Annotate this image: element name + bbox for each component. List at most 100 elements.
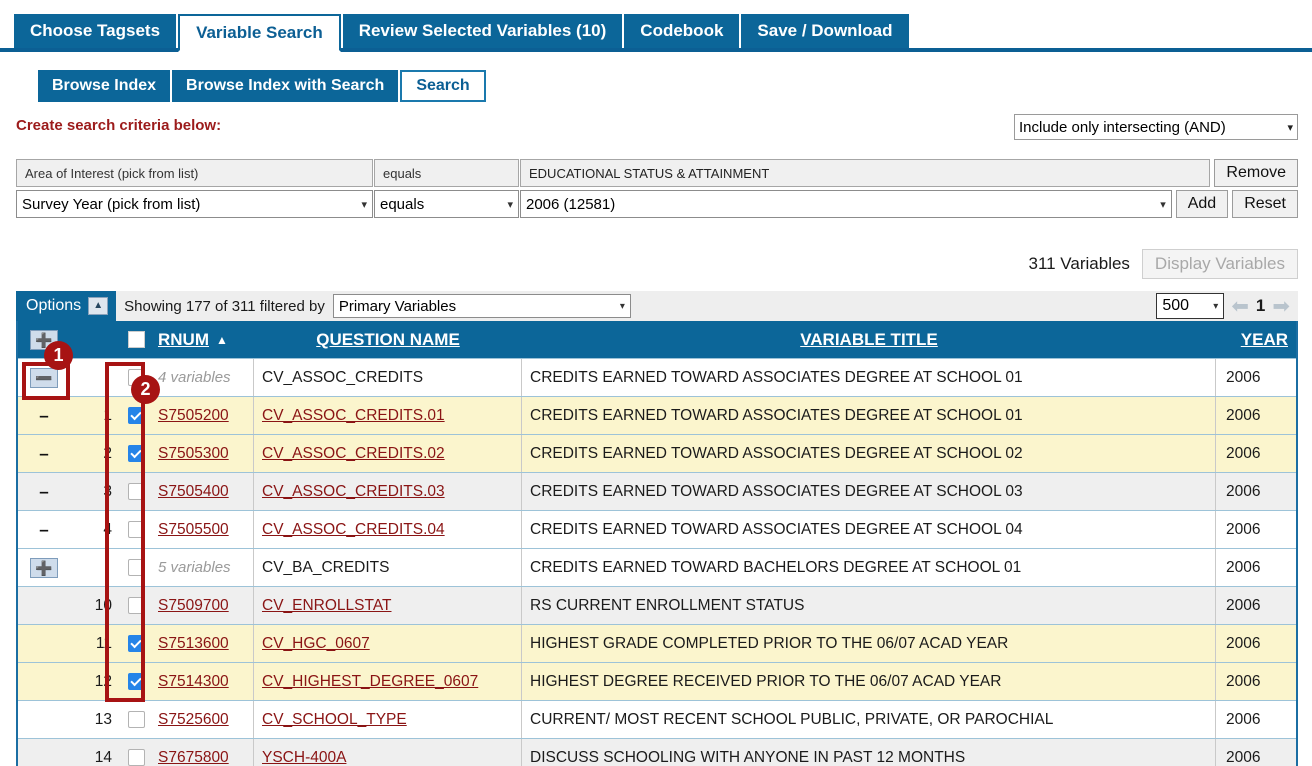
row-number: 13: [94, 710, 112, 728]
row-checkbox[interactable]: [127, 369, 145, 386]
table-row[interactable]: 14 S7675800 YSCH-400A DISCUSS SCHOOLING …: [18, 738, 1296, 766]
row-checkbox[interactable]: [127, 597, 145, 614]
question-name-link[interactable]: YSCH-400A: [262, 749, 346, 766]
row-checkbox[interactable]: [127, 521, 145, 538]
criteria-row-2-value-select[interactable]: 2006 (12581) ▾: [520, 190, 1172, 218]
row-expand-cell: [18, 587, 70, 624]
row-checkbox[interactable]: [127, 559, 145, 576]
row-checkbox[interactable]: [127, 407, 145, 424]
add-criteria-button[interactable]: Add: [1175, 190, 1229, 218]
subtab-browse-index-with-search[interactable]: Browse Index with Search: [172, 70, 399, 102]
collapse-group-icon[interactable]: ➖: [30, 367, 58, 388]
remove-criteria-button[interactable]: Remove: [1214, 159, 1298, 187]
header-year-label[interactable]: YEAR: [1241, 330, 1288, 350]
chevron-up-icon[interactable]: ▲: [88, 297, 109, 315]
rnum-link[interactable]: S7505300: [158, 445, 229, 463]
row-checkbox[interactable]: [127, 673, 145, 690]
row-expand-cell: –: [18, 511, 70, 548]
table-row[interactable]: ➕ 5 variables CV_BA_CREDITS CREDITS EARN…: [18, 548, 1296, 586]
question-name-link[interactable]: CV_HIGHEST_DEGREE_0607: [262, 673, 478, 691]
table-row[interactable]: – 2 S7505300 CV_ASSOC_CREDITS.02 CREDITS…: [18, 434, 1296, 472]
rows-per-page-select[interactable]: 500 ▾: [1156, 293, 1225, 319]
results-summary: 311 Variables Display Variables: [1028, 249, 1298, 279]
criteria-row-2-operator-select[interactable]: equals ▾: [374, 190, 519, 218]
table-row[interactable]: – 4 S7505500 CV_ASSOC_CREDITS.04 CREDITS…: [18, 510, 1296, 548]
tab-variable-search[interactable]: Variable Search: [178, 14, 341, 52]
table-header-row: ➕ RNUM ▲ QUESTION NAME VARIABLE TITLE YE…: [18, 321, 1296, 358]
tab-codebook[interactable]: Codebook: [624, 14, 740, 48]
expand-all-icon[interactable]: ➕: [30, 329, 58, 350]
chevron-down-icon: ▾: [507, 198, 513, 211]
criteria-row-2-value: 2006 (12581): [526, 195, 616, 213]
next-page-arrow-icon[interactable]: ➡: [1272, 296, 1290, 317]
table-row[interactable]: 11 S7513600 CV_HGC_0607 HIGHEST GRADE CO…: [18, 624, 1296, 662]
rnum-link[interactable]: S7505500: [158, 521, 229, 539]
display-variables-button[interactable]: Display Variables: [1141, 249, 1298, 279]
table-row[interactable]: 12 S7514300 CV_HIGHEST_DEGREE_0607 HIGHE…: [18, 662, 1296, 700]
row-expand-cell: –: [18, 397, 70, 434]
row-question-name-cell: CV_SCHOOL_TYPE: [254, 701, 522, 738]
row-expand-cell: ➕: [18, 549, 70, 586]
row-expand-cell: –: [18, 473, 70, 510]
previous-page-arrow-icon[interactable]: ⬅: [1231, 296, 1249, 317]
header-rnum[interactable]: RNUM ▲: [154, 321, 254, 358]
reset-criteria-button[interactable]: Reset: [1232, 190, 1298, 218]
row-variable-title-cell: RS CURRENT ENROLLMENT STATUS: [522, 587, 1216, 624]
rnum-link[interactable]: S7509700: [158, 597, 229, 615]
row-select-cell: [118, 625, 154, 662]
tab-review-selected-variables[interactable]: Review Selected Variables (10): [342, 14, 623, 48]
question-name-link[interactable]: CV_SCHOOL_TYPE: [262, 711, 407, 729]
row-checkbox[interactable]: [127, 749, 145, 766]
subtab-search[interactable]: Search: [400, 70, 486, 102]
subtab-browse-index[interactable]: Browse Index: [38, 70, 171, 102]
app-page: Choose Tagsets Variable Search Review Se…: [0, 0, 1312, 766]
header-question-name[interactable]: QUESTION NAME: [254, 321, 522, 358]
tab-save-download[interactable]: Save / Download: [741, 14, 909, 48]
header-question-name-label[interactable]: QUESTION NAME: [316, 330, 460, 350]
header-variable-title-label[interactable]: VARIABLE TITLE: [800, 330, 938, 350]
row-question-name-cell: CV_ASSOC_CREDITS.04: [254, 511, 522, 548]
question-name-link[interactable]: CV_ASSOC_CREDITS.01: [262, 407, 445, 425]
header-rnum-label[interactable]: RNUM: [158, 330, 209, 350]
table-row[interactable]: 13 S7525600 CV_SCHOOL_TYPE CURRENT/ MOST…: [18, 700, 1296, 738]
row-question-name-cell: CV_ASSOC_CREDITS: [254, 359, 522, 396]
row-checkbox[interactable]: [127, 445, 145, 462]
search-logic-value: Include only intersecting (AND): [1019, 118, 1226, 136]
row-year-cell: 2006: [1226, 406, 1261, 424]
row-year-cell: 2006: [1226, 520, 1261, 538]
question-name-link[interactable]: CV_ASSOC_CREDITS.04: [262, 521, 445, 539]
row-checkbox[interactable]: [127, 635, 145, 652]
select-all-checkbox[interactable]: [127, 331, 145, 348]
question-name-link[interactable]: CV_ENROLLSTAT: [262, 597, 392, 615]
row-select-cell: [118, 739, 154, 766]
header-year[interactable]: YEAR: [1216, 321, 1296, 358]
question-name-link[interactable]: CV_HGC_0607: [262, 635, 370, 653]
row-checkbox[interactable]: [127, 483, 145, 500]
rnum-link[interactable]: S7675800: [158, 749, 229, 766]
rnum-link[interactable]: S7514300: [158, 673, 229, 691]
criteria-row-2-field-select[interactable]: Survey Year (pick from list) ▾: [16, 190, 373, 218]
criteria-row-1-operator: equals: [374, 159, 519, 187]
row-rnum-cell: S7505300: [154, 435, 254, 472]
table-row[interactable]: 10 S7509700 CV_ENROLLSTAT RS CURRENT ENR…: [18, 586, 1296, 624]
expand-group-icon[interactable]: ➕: [30, 557, 58, 578]
search-logic-select[interactable]: Include only intersecting (AND) ▾: [1014, 114, 1298, 140]
question-name-link[interactable]: CV_ASSOC_CREDITS.03: [262, 483, 445, 501]
table-row[interactable]: – 3 S7505400 CV_ASSOC_CREDITS.03 CREDITS…: [18, 472, 1296, 510]
rnum-link[interactable]: S7525600: [158, 711, 229, 729]
rnum-link[interactable]: S7513600: [158, 635, 229, 653]
row-number: 3: [103, 482, 112, 500]
tab-choose-tagsets[interactable]: Choose Tagsets: [14, 14, 177, 48]
row-question-name-cell: CV_HGC_0607: [254, 625, 522, 662]
primary-variables-filter-select[interactable]: Primary Variables ▾: [332, 294, 631, 318]
child-row-dash-icon: –: [39, 481, 49, 501]
row-expand-cell: [18, 625, 70, 662]
rnum-link[interactable]: S7505400: [158, 483, 229, 501]
row-checkbox[interactable]: [127, 711, 145, 728]
rnum-link[interactable]: S7505200: [158, 407, 229, 425]
options-toggle[interactable]: Options ▲: [16, 291, 117, 321]
question-name-link[interactable]: CV_ASSOC_CREDITS.02: [262, 445, 445, 463]
table-row[interactable]: ➖ 4 variables CV_ASSOC_CREDITS CREDITS E…: [18, 358, 1296, 396]
table-row[interactable]: – 1 S7505200 CV_ASSOC_CREDITS.01 CREDITS…: [18, 396, 1296, 434]
header-variable-title[interactable]: VARIABLE TITLE: [522, 321, 1216, 358]
